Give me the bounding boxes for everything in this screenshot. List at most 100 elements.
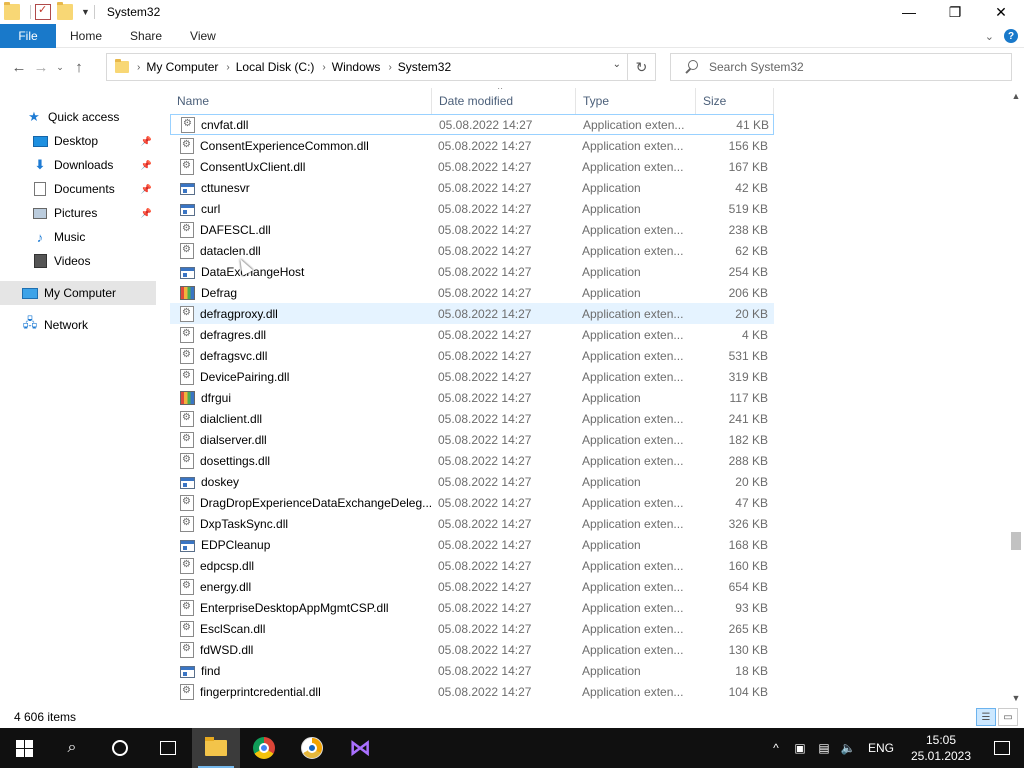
table-row[interactable]: DevicePairing.dll 05.08.2022 14:27 Applica… (170, 366, 774, 387)
table-row[interactable]: find 05.08.2022 14:27 Application 18 KB (170, 660, 774, 681)
up-arrow-icon[interactable]: ↑ (68, 56, 90, 78)
back-arrow-icon[interactable]: ← (8, 56, 30, 78)
column-header-name[interactable]: Name (170, 88, 432, 114)
breadcrumb-local-disk[interactable]: Local Disk (C:) (236, 60, 315, 74)
breadcrumb-separator-icon[interactable]: › (322, 62, 325, 73)
table-row[interactable]: energy.dll 05.08.2022 14:27 Application ex… (170, 576, 774, 597)
chrome-taskbar-button[interactable] (240, 728, 288, 768)
language-indicator[interactable]: ENG (860, 741, 902, 755)
new-folder-icon[interactable] (57, 2, 73, 20)
table-row[interactable]: defragsvc.dll 05.08.2022 14:27 Application… (170, 345, 774, 366)
nav-item-my-computer[interactable]: My Computer (0, 281, 156, 305)
nav-item-documents[interactable]: Documents 📌 (0, 178, 160, 200)
help-icon[interactable]: ? (1004, 29, 1018, 43)
show-hidden-icons-chevron-up-icon[interactable]: ^ (764, 728, 788, 768)
breadcrumb-system32[interactable]: System32 (398, 60, 451, 74)
minimize-button[interactable]: — (886, 0, 932, 24)
clock[interactable]: 15:05 25.01.2023 (902, 732, 980, 764)
nav-item-network[interactable]: 🖧 Network (0, 314, 160, 336)
nav-item-quick-access[interactable]: ★ Quick access (0, 106, 160, 128)
maximize-button[interactable]: ❐ (932, 0, 978, 24)
tab-view[interactable]: View (176, 24, 230, 48)
search-taskbar-button[interactable]: ⌕ (48, 728, 96, 768)
table-row[interactable]: Defrag 05.08.2022 14:27 Application 206 KB (170, 282, 774, 303)
table-row[interactable]: doskey 05.08.2022 14:27 Application 20 KB (170, 471, 774, 492)
file-name-cell: find (170, 664, 432, 678)
table-row[interactable]: EnterpriseDesktopAppMgmtCSP.dll 05.08.202… (170, 597, 774, 618)
volume-icon[interactable]: 🔈 (836, 728, 860, 768)
table-row[interactable]: dataclen.dll 05.08.2022 14:27 Application … (170, 240, 774, 261)
large-icons-view-icon[interactable]: ▭ (998, 708, 1018, 726)
tab-share[interactable]: Share (116, 24, 176, 48)
scroll-down-arrow-icon[interactable]: ▼ (1008, 690, 1024, 706)
table-row[interactable]: dosettings.dll 05.08.2022 14:27 Applicatio… (170, 450, 774, 471)
table-row[interactable]: EDPCleanup 05.08.2022 14:27 Application 168… (170, 534, 774, 555)
table-row[interactable]: ConsentUxClient.dll 05.08.2022 14:27 Appli… (170, 156, 774, 177)
table-row[interactable]: cttunesvr 05.08.2022 14:27 Application 42 K… (170, 177, 774, 198)
table-row[interactable]: ConsentExperienceCommon.dll 05.08.2022 14… (170, 135, 774, 156)
network-status-icon[interactable]: ▤ (812, 728, 836, 768)
table-row[interactable]: edpcsp.dll 05.08.2022 14:27 Application ex… (170, 555, 774, 576)
table-row[interactable]: defragproxy.dll 05.08.2022 14:27 Applicati… (170, 303, 774, 324)
cortana-button[interactable] (96, 728, 144, 768)
search-box[interactable] (670, 53, 1012, 81)
recent-locations-chevron-down-icon[interactable]: ⌄ (52, 56, 68, 78)
table-row[interactable]: dialserver.dll 05.08.2022 14:27 Applicatio… (170, 429, 774, 450)
table-row[interactable]: DAFESCL.dll 05.08.2022 14:27 Application e… (170, 219, 774, 240)
pin-icon[interactable]: 📌 (141, 160, 152, 171)
pin-icon[interactable]: 📌 (141, 184, 152, 195)
table-row[interactable]: cnvfat.dll 05.08.2022 14:27 Application ex… (170, 114, 774, 135)
customize-toolbar-chevron-down-icon[interactable]: ▼ (81, 7, 90, 17)
breadcrumb-separator-icon[interactable]: › (226, 62, 229, 73)
table-row[interactable]: defragres.dll 05.08.2022 14:27 Application… (170, 324, 774, 345)
tab-file[interactable]: File (0, 23, 56, 48)
nav-item-desktop[interactable]: Desktop 📌 (0, 130, 160, 152)
breadcrumb-windows[interactable]: Windows (332, 60, 381, 74)
nav-item-downloads[interactable]: ⬇ Downloads 📌 (0, 154, 160, 176)
security-icon[interactable]: ▣ (788, 728, 812, 768)
task-view-button[interactable] (144, 728, 192, 768)
column-header-type[interactable]: Type (576, 88, 696, 114)
scrollbar-thumb[interactable] (1011, 532, 1021, 550)
column-header-date-modified[interactable]: Date modified (432, 88, 576, 114)
table-row[interactable]: DxpTaskSync.dll 05.08.2022 14:27 Applicati… (170, 513, 774, 534)
refresh-icon[interactable]: ↻ (627, 54, 655, 80)
properties-icon[interactable] (35, 3, 51, 20)
file-date: 05.08.2022 14:27 (439, 117, 533, 132)
pin-icon[interactable]: 📌 (141, 136, 152, 147)
table-row[interactable]: EsclScan.dll 05.08.2022 14:27 Application … (170, 618, 774, 639)
column-header-size[interactable]: Size (696, 88, 774, 114)
search-input[interactable] (709, 60, 999, 74)
table-row[interactable]: dfrgui 05.08.2022 14:27 Application 117 KB (170, 387, 774, 408)
scroll-up-arrow-icon[interactable]: ▲ (1008, 88, 1024, 104)
vertical-scrollbar[interactable]: ▲ ▼ (1008, 88, 1024, 706)
table-row[interactable]: DragDropExperienceDataExchangeDeleg... 05… (170, 492, 774, 513)
file-explorer-taskbar-button[interactable] (192, 728, 240, 768)
file-size: 117 KB (729, 390, 768, 405)
table-row[interactable]: fdWSD.dll 05.08.2022 14:27 Application ext… (170, 639, 774, 660)
nav-item-pictures[interactable]: Pictures 📌 (0, 202, 160, 224)
tab-home[interactable]: Home (56, 24, 116, 48)
table-row[interactable]: DataExchangeHost 05.08.2022 14:27 Applicat… (170, 261, 774, 282)
nav-item-music[interactable]: ♪ Music (0, 226, 160, 248)
pin-icon[interactable]: 📌 (141, 208, 152, 219)
forward-arrow-icon[interactable]: → (30, 56, 52, 78)
chrome-canary-taskbar-button[interactable] (288, 728, 336, 768)
action-center-button[interactable] (980, 728, 1024, 768)
nav-item-videos[interactable]: Videos (0, 250, 160, 272)
breadcrumb-my-computer[interactable]: My Computer (146, 60, 218, 74)
file-name: dataclen.dll (200, 243, 261, 258)
close-button[interactable]: ✕ (978, 0, 1024, 24)
details-view-icon[interactable]: ☰ (976, 708, 996, 726)
table-row[interactable]: dialclient.dll 05.08.2022 14:27 Applicatio… (170, 408, 774, 429)
expand-ribbon-chevron-icon[interactable]: ⌄ (985, 30, 994, 43)
breadcrumb-separator-icon[interactable]: › (388, 62, 391, 73)
visual-studio-taskbar-button[interactable]: ⋈ (336, 728, 384, 768)
table-row[interactable]: fingerprintcredential.dll 05.08.2022 14:2… (170, 681, 774, 702)
address-history-chevron-down-icon[interactable]: ⌄ (613, 59, 621, 70)
file-name-cell: EnterpriseDesktopAppMgmtCSP.dll (170, 599, 432, 616)
breadcrumb-separator-icon[interactable]: › (137, 62, 140, 73)
table-row[interactable]: curl 05.08.2022 14:27 Application 519 KB (170, 198, 774, 219)
start-button[interactable] (0, 728, 48, 768)
address-bar[interactable]: › My Computer › Local Disk (C:) › Window… (106, 53, 656, 81)
